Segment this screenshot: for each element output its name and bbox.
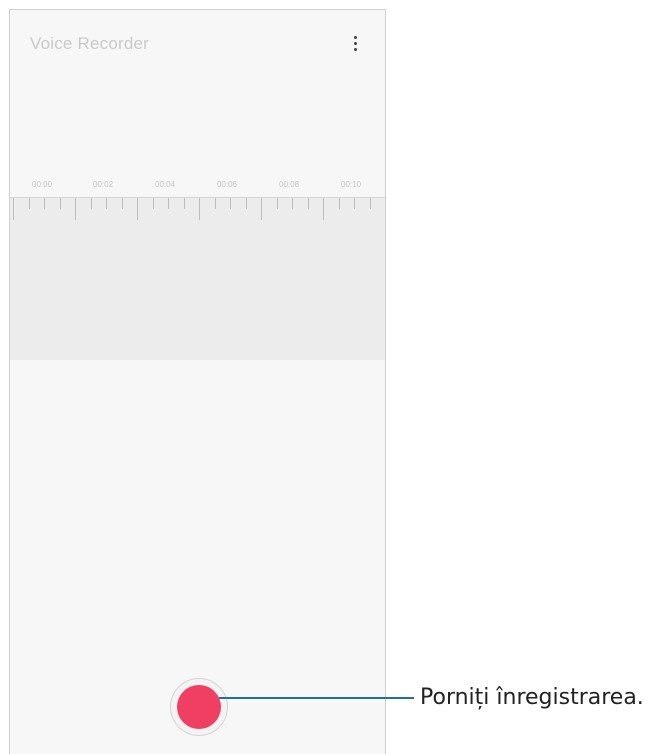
more-options-button[interactable] bbox=[346, 30, 364, 56]
more-vert-icon-dot bbox=[353, 47, 357, 51]
timeline-labels: 00:00 00:02 00:04 00:06 00:08 00:10 bbox=[10, 180, 385, 194]
timeline-tick bbox=[153, 198, 154, 209]
timeline-label: 00:02 bbox=[93, 180, 114, 189]
timeline-tick bbox=[292, 198, 293, 209]
timeline-tick bbox=[230, 198, 231, 209]
voice-recorder-screen: Voice Recorder 00:00 00:02 00:04 00:06 0… bbox=[9, 9, 386, 754]
timeline-tick bbox=[29, 198, 30, 209]
timeline-tick bbox=[308, 198, 309, 209]
timeline-tick bbox=[122, 198, 123, 209]
timeline-tick bbox=[13, 198, 14, 220]
timeline-label: 00:00 bbox=[32, 180, 53, 189]
timeline-tick bbox=[370, 198, 371, 209]
more-vert-icon-dot bbox=[353, 41, 357, 45]
timeline-label: 00:04 bbox=[155, 180, 176, 189]
timeline-tick bbox=[137, 198, 138, 220]
timeline-tick bbox=[75, 198, 76, 220]
timeline-label: 00:06 bbox=[217, 180, 238, 189]
timeline-label: 00:10 bbox=[341, 180, 362, 189]
record-icon bbox=[177, 685, 221, 729]
timeline-tick bbox=[215, 198, 216, 209]
timeline-tick bbox=[354, 198, 355, 209]
timeline-tick bbox=[184, 198, 185, 209]
timeline-tick bbox=[168, 198, 169, 209]
timeline-tick bbox=[246, 198, 247, 209]
timeline-tick bbox=[323, 198, 324, 220]
timeline-tick bbox=[261, 198, 262, 220]
timeline-label: 00:08 bbox=[279, 180, 300, 189]
timeline-tick bbox=[385, 198, 386, 220]
timeline-tick bbox=[106, 198, 107, 209]
record-button[interactable] bbox=[170, 678, 228, 736]
timeline-tick bbox=[60, 198, 61, 209]
more-vert-icon bbox=[353, 35, 357, 39]
callout-line bbox=[219, 697, 414, 699]
timeline-tick bbox=[277, 198, 278, 209]
waveform-area[interactable] bbox=[10, 197, 385, 360]
timeline-tick bbox=[44, 198, 45, 209]
timeline-tick bbox=[91, 198, 92, 209]
callout-text: Porniți înregistrarea. bbox=[420, 685, 644, 710]
app-title: Voice Recorder bbox=[30, 34, 150, 53]
timeline-tick bbox=[339, 198, 340, 209]
timeline-tick bbox=[199, 198, 200, 220]
